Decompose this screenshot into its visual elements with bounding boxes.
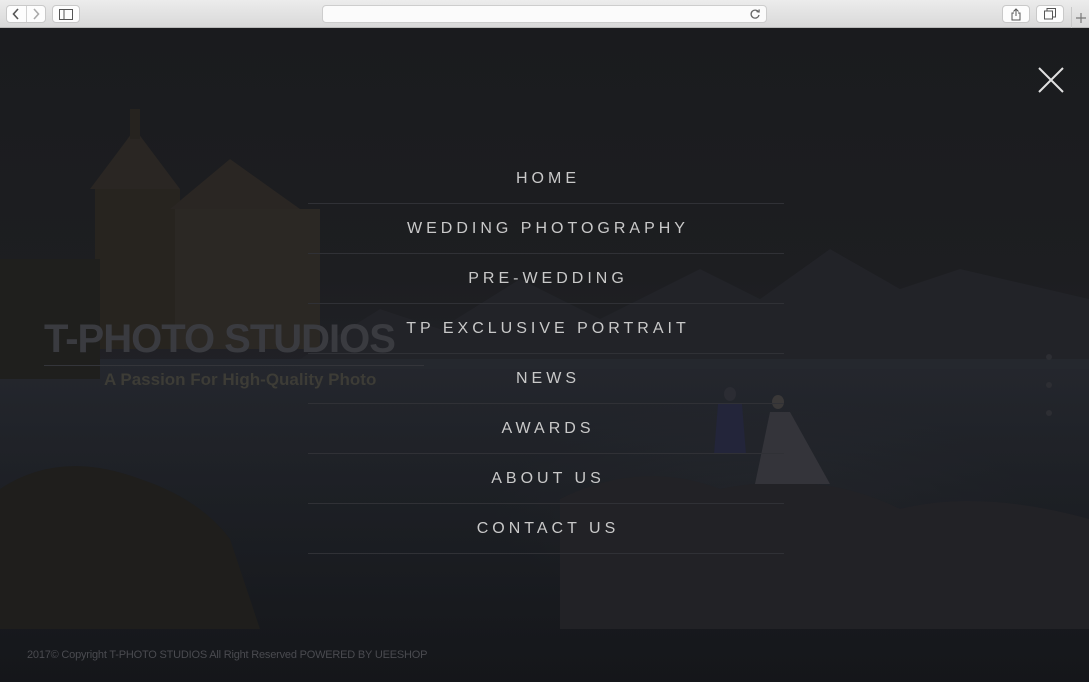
menu-item-label: CONTACT US	[476, 519, 620, 537]
page: T-PHOTO STUDIOS A Passion For High-Quali…	[0, 29, 1089, 682]
menu-item-label: NEWS	[516, 369, 580, 387]
nav-buttons	[6, 5, 46, 23]
slide-pagination	[1044, 354, 1054, 424]
close-menu-button[interactable]	[1036, 65, 1066, 95]
tabs-button[interactable]	[1036, 5, 1064, 23]
browser-toolbar	[0, 0, 1089, 28]
share-icon	[1011, 7, 1021, 20]
slide-dot[interactable]	[1046, 382, 1052, 388]
menu-item-news[interactable]: NEWS	[308, 354, 784, 404]
menu-item-about-us[interactable]: ABOUT US	[308, 454, 784, 504]
menu-item-pre-wedding[interactable]: PRE-WEDDING	[308, 254, 784, 304]
plus-icon	[1075, 12, 1086, 23]
share-button[interactable]	[1002, 5, 1030, 23]
menu-item-label: ABOUT US	[491, 469, 605, 487]
menu-item-label: PRE-WEDDING	[468, 269, 628, 287]
address-bar[interactable]	[322, 5, 767, 23]
reload-icon[interactable]	[749, 8, 761, 20]
forward-button[interactable]	[25, 6, 45, 22]
slide-dot[interactable]	[1046, 410, 1052, 416]
menu-item-home[interactable]: HOME	[308, 154, 784, 204]
menu-item-label: AWARDS	[501, 419, 595, 437]
slide-dot[interactable]	[1046, 354, 1052, 360]
menu-item-awards[interactable]: AWARDS	[308, 404, 784, 454]
footer-copyright: 2017© Copyright T-PHOTO STUDIOS All Righ…	[27, 649, 297, 661]
menu-item-label: WEDDING PHOTOGRAPHY	[407, 219, 689, 237]
chevron-right-icon	[33, 8, 40, 20]
chevron-left-icon	[12, 8, 20, 20]
menu-item-contact-us[interactable]: CONTACT US	[308, 504, 784, 554]
footer: 2017© Copyright T-PHOTO STUDIOS All Righ…	[27, 649, 427, 661]
back-button[interactable]	[7, 6, 26, 22]
main-menu: HOME WEDDING PHOTOGRAPHY PRE-WEDDING TP …	[308, 154, 784, 554]
new-tab-button[interactable]	[1071, 7, 1089, 28]
menu-item-label: TP EXCLUSIVE PORTRAIT	[406, 319, 690, 337]
sidebar-button[interactable]	[52, 5, 80, 23]
menu-item-wedding-photography[interactable]: WEDDING PHOTOGRAPHY	[308, 204, 784, 254]
close-icon	[1038, 67, 1064, 93]
footer-powered-by[interactable]: POWERED BY UEESHOP	[300, 649, 428, 661]
menu-item-label: HOME	[516, 169, 580, 187]
tabs-icon	[1044, 8, 1056, 20]
menu-item-tp-exclusive-portrait[interactable]: TP EXCLUSIVE PORTRAIT	[308, 304, 784, 354]
sidebar-icon	[59, 8, 73, 20]
